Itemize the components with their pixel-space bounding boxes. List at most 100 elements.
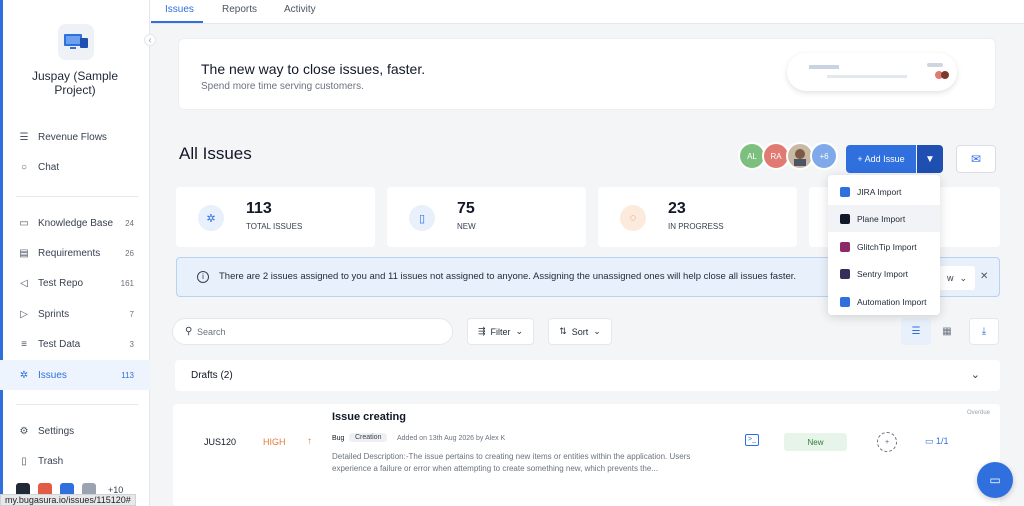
status-badge[interactable]: New <box>784 433 847 451</box>
sidebar-item-sprints[interactable]: ▷ Sprints 7 <box>0 299 150 329</box>
issue-title[interactable]: Issue creating <box>332 411 406 423</box>
stat-label: TOTAL ISSUES <box>246 222 303 231</box>
flow-icon: ☰ <box>19 131 29 143</box>
sort-icon: ⇅ <box>559 326 567 336</box>
sidebar-item-label: Chat <box>38 161 60 173</box>
bug-icon: ✲ <box>198 205 224 231</box>
sidebar-item-count: 7 <box>129 309 134 319</box>
menu-item-glitchtip-import[interactable]: GlitchTip Import <box>828 233 940 260</box>
sort-label: Sort <box>571 326 589 337</box>
tab-activity[interactable]: Activity <box>284 4 316 15</box>
menu-item-label: Sentry Import <box>857 268 909 279</box>
grid-view-button[interactable]: ▦ <box>932 318 962 345</box>
search-input[interactable]: ⚲ Search <box>172 318 453 345</box>
stat-value: 75 <box>457 200 475 217</box>
comments-count[interactable]: ▭ 1/1 <box>925 436 949 447</box>
drafts-label: Drafts (2) <box>191 370 233 381</box>
grid-icon: ▦ <box>942 326 952 337</box>
close-icon[interactable]: ✕ <box>980 271 988 282</box>
active-tab-indicator <box>151 21 203 23</box>
sidebar-item-knowledge-base[interactable]: ▭ Knowledge Base 24 <box>0 208 150 238</box>
sidebar-divider <box>16 196 138 197</box>
comments-label: 1/1 <box>936 436 949 446</box>
project-logo[interactable] <box>58 24 94 60</box>
filter-button[interactable]: ⇶ Filter ⌄ <box>467 318 534 345</box>
info-text: There are 2 issues assigned to you and 1… <box>219 271 797 282</box>
jira-icon <box>840 186 850 197</box>
menu-item-label: JIRA Import <box>857 186 902 197</box>
chat-support-button[interactable]: ▭ <box>977 462 1013 498</box>
download-button[interactable]: ⤓ <box>969 318 999 345</box>
sidebar-divider <box>16 404 138 405</box>
gear-icon: ⚙ <box>19 425 29 437</box>
sidebar-item-label: Requirements <box>38 247 101 259</box>
file-icon: ▯ <box>409 205 435 231</box>
bug-icon: ✲ <box>19 369 29 381</box>
sidebar-item-revenue-flows[interactable]: ☰ Revenue Flows <box>0 122 150 152</box>
stat-label: NEW <box>457 222 476 231</box>
issue-tag[interactable]: Creation <box>349 433 388 442</box>
sidebar-item-issues[interactable]: ✲ Issues 113 <box>0 360 150 390</box>
tab-reports[interactable]: Reports <box>222 4 257 15</box>
glitchtip-icon <box>840 241 850 252</box>
sidebar-item-test-data[interactable]: ≡ Test Data 3 <box>0 329 150 359</box>
chevron-down-icon: ⌄ <box>515 326 524 336</box>
menu-item-label: Automation Import <box>857 296 927 307</box>
sidebar-item-label: Sprints <box>38 308 70 320</box>
comment-icon: ▭ <box>925 436 934 446</box>
assign-user-icon[interactable]: + <box>877 432 897 452</box>
plane-icon <box>840 213 850 224</box>
list-icon: ☰ <box>911 326 921 337</box>
sidebar-item-chat[interactable]: ○ Chat <box>0 152 150 182</box>
mail-icon: ✉ <box>970 152 982 166</box>
menu-item-jira-import[interactable]: JIRA Import <box>828 178 940 205</box>
issue-meta: Added on 13th Aug 2026 by Alex K <box>397 435 506 442</box>
filter-label: Filter <box>490 326 511 337</box>
sidebar-item-trash[interactable]: ▯ Trash <box>0 446 150 476</box>
issue-priority[interactable]: HIGH <box>263 437 286 447</box>
due-label: Overdue <box>967 410 991 416</box>
stat-card-total[interactable]: ✲ 113 TOTAL ISSUES <box>176 187 375 247</box>
email-button[interactable]: ✉ <box>956 145 996 173</box>
sidebar-item-count: 3 <box>129 339 134 349</box>
add-issue-dropdown-button[interactable]: ▼ <box>917 145 943 173</box>
terminal-icon[interactable]: >_ <box>745 434 759 446</box>
sidebar-item-settings[interactable]: ⚙ Settings <box>0 416 150 446</box>
sidebar-item-count: 24 <box>125 218 134 228</box>
info-icon: i <box>197 271 209 283</box>
drafts-section[interactable]: Drafts (2) ⌄ <box>175 360 1000 391</box>
menu-item-plane-import[interactable]: Plane Import <box>828 205 940 232</box>
stat-value: 113 <box>246 200 272 217</box>
sidebar-item-count: 161 <box>120 278 134 288</box>
sidebar-collapse-icon[interactable]: ‹ <box>144 34 156 46</box>
menu-item-automation-import[interactable]: Automation Import <box>828 288 940 315</box>
sort-button[interactable]: ⇅ Sort ⌄ <box>548 318 612 345</box>
requirements-icon: ▤ <box>19 247 29 259</box>
sidebar-item-requirements[interactable]: ▤ Requirements 26 <box>0 238 150 268</box>
avatar-more[interactable]: +6 <box>810 142 838 170</box>
promo-banner: The new way to close issues, faster. Spe… <box>178 38 996 110</box>
issue-id: JUS120 <box>204 437 237 447</box>
sentry-icon <box>840 268 850 279</box>
stat-card-new[interactable]: ▯ 75 NEW <box>387 187 586 247</box>
sidebar-item-count: 113 <box>121 370 134 380</box>
sidebar-item-test-repo[interactable]: ◁ Test Repo 161 <box>0 268 150 298</box>
sidebar-item-label: Knowledge Base <box>38 217 114 229</box>
book-icon: ▭ <box>19 217 29 229</box>
add-issue-button[interactable]: + Add Issue <box>846 145 916 173</box>
project-name[interactable]: Juspay (Sample Project) <box>10 69 140 97</box>
tab-issues[interactable]: Issues <box>165 4 194 15</box>
table-row[interactable]: JUS120 HIGH ↑ Issue creating Bug Creatio… <box>173 404 1000 506</box>
banner-illustration <box>787 53 957 91</box>
list-view-button[interactable]: ☰ <box>901 318 931 345</box>
status-url: my.bugasura.io/issues/115120# <box>0 494 136 506</box>
stat-card-in-progress[interactable]: ◌ 23 IN PROGRESS <box>598 187 797 247</box>
stat-label: IN PROGRESS <box>668 222 724 231</box>
trash-icon: ▯ <box>21 455 27 467</box>
menu-item-sentry-import[interactable]: Sentry Import <box>828 260 940 287</box>
banner-title: The new way to close issues, faster. <box>201 61 426 77</box>
issue-description: Detailed Description:-The issue pertains… <box>332 452 691 473</box>
play-icon: ▷ <box>20 308 28 320</box>
database-icon: ≡ <box>21 338 27 350</box>
caret-down-icon: ▼ <box>925 153 935 165</box>
